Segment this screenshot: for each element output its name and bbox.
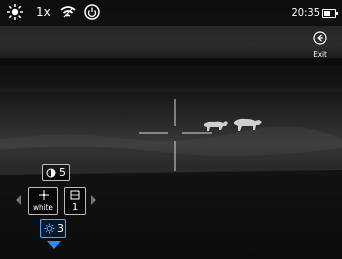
color-mode-button[interactable]: white <box>28 187 58 215</box>
exit-icon <box>313 31 327 45</box>
brightness-value: 5 <box>59 166 66 179</box>
gear-sun-icon <box>44 223 55 234</box>
menu-down-arrow-icon[interactable] <box>47 241 61 249</box>
crosshair-mode-icon <box>39 190 49 200</box>
level-button[interactable]: 1 <box>64 187 86 215</box>
brightness-indicator[interactable]: 5 <box>42 164 70 181</box>
half-circle-icon <box>46 168 56 178</box>
menu-left-arrow-icon[interactable] <box>16 195 21 205</box>
status-bar: 1x 20:35 <box>0 0 342 26</box>
wifi-icon[interactable] <box>59 3 77 21</box>
contrast-button[interactable]: 3 <box>40 219 66 238</box>
frame-icon <box>70 190 80 200</box>
exit-label: Exit <box>313 50 327 59</box>
battery-icon <box>322 9 338 18</box>
zoom-indicator[interactable]: 1x <box>36 5 51 19</box>
clock: 20:35 <box>291 6 320 19</box>
contrast-value: 3 <box>57 222 64 235</box>
level-value: 1 <box>71 202 79 213</box>
thermal-viewfinder-screen: 1x 20:35 Exit 5 white 1 3 <box>0 0 342 259</box>
color-mode-label: white <box>33 203 53 212</box>
power-icon[interactable] <box>83 3 101 21</box>
menu-right-arrow-icon[interactable] <box>91 195 96 205</box>
exit-button[interactable]: Exit <box>304 30 336 59</box>
sun-icon[interactable] <box>6 3 24 21</box>
